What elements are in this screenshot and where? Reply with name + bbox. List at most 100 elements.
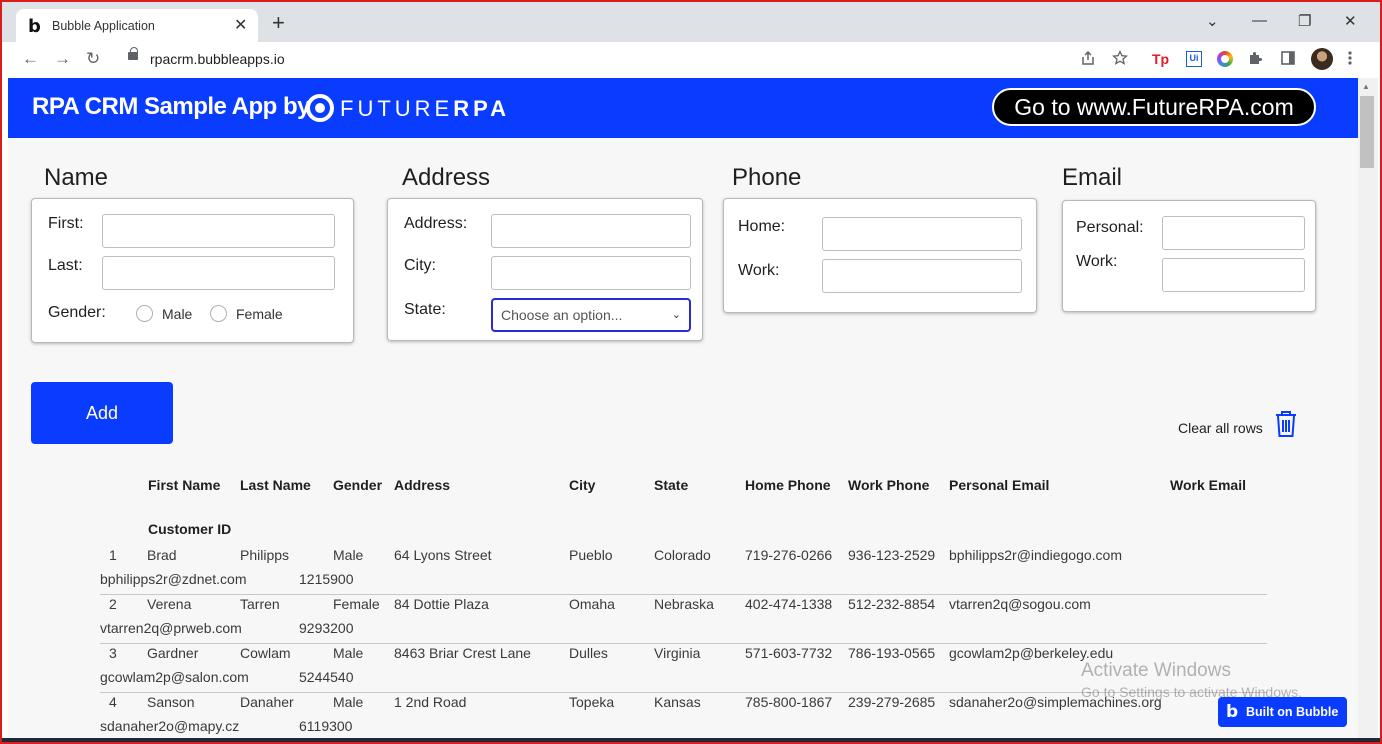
personal-email-label: Personal:	[1076, 219, 1144, 236]
header-customer-id: Customer ID	[148, 521, 232, 537]
cell-work-email: vtarren2q@prweb.com	[100, 620, 242, 636]
header-banner: RPA CRM Sample App by FUTURERPA Go to ww…	[8, 78, 1358, 138]
color-extension-icon[interactable]	[1217, 51, 1233, 67]
gender-male-radio[interactable]	[136, 305, 153, 322]
state-label: State:	[404, 301, 446, 318]
close-window-icon[interactable]: ✕	[1344, 12, 1357, 30]
header-home-phone: Home Phone	[745, 477, 831, 493]
cell-state: Kansas	[654, 694, 701, 710]
cell-work-phone: 786-193-0565	[848, 645, 936, 661]
browser-tab[interactable]: b Bubble Application ✕	[16, 9, 258, 44]
gender-female-radio[interactable]	[210, 305, 227, 322]
clear-all-rows-label[interactable]: Clear all rows	[1178, 420, 1263, 436]
cell-address: 84 Dottie Plaza	[394, 596, 489, 612]
cell-gender: Male	[333, 547, 364, 563]
address-bar[interactable]: rpacrm.bubbleapps.io	[150, 51, 285, 67]
address-section-title: Address	[402, 164, 491, 191]
reload-icon[interactable]: ↻	[86, 49, 100, 69]
cell-first-name: Gardner	[147, 645, 199, 661]
cell-work-email: gcowlam2p@salon.com	[100, 669, 249, 685]
header-work-email: Work Email	[1170, 477, 1246, 493]
header-work-phone: Work Phone	[848, 477, 930, 493]
cell-home-phone: 719-276-0266	[745, 547, 833, 563]
gender-female-label: Female	[236, 306, 283, 322]
tab-search-icon[interactable]: ⌄	[1206, 12, 1219, 30]
close-tab-icon[interactable]: ✕	[234, 15, 247, 35]
last-name-input[interactable]	[102, 256, 335, 290]
tab-title: Bubble Application	[52, 19, 155, 33]
windows-activation-title: Activate Windows	[1081, 660, 1231, 681]
bookmark-star-icon[interactable]	[1112, 50, 1128, 66]
add-button[interactable]: Add	[31, 382, 173, 444]
forward-icon[interactable]: →	[54, 49, 71, 69]
profile-avatar[interactable]	[1311, 48, 1333, 70]
bubble-badge-label: Built on Bubble	[1246, 705, 1339, 719]
uipath-extension-icon[interactable]: Ui	[1186, 51, 1202, 67]
cell-state: Nebraska	[654, 596, 714, 612]
cell-last-name: Tarren	[240, 596, 280, 612]
scrollbar-thumb[interactable]	[1360, 96, 1374, 168]
cell-personal-email: bphilipps2r@indiegogo.com	[949, 547, 1122, 563]
cell-address: 64 Lyons Street	[394, 547, 492, 563]
row-index: 1	[109, 547, 117, 563]
scroll-up-icon[interactable]: ▲	[1362, 82, 1370, 91]
email-card: Personal: Work:	[1062, 200, 1316, 312]
cell-customer-id: 1215900	[299, 571, 354, 587]
chevron-down-icon: ⌄	[671, 309, 681, 321]
minimize-icon[interactable]: —	[1252, 12, 1267, 29]
state-select[interactable]: Choose an option... ⌄	[491, 298, 691, 332]
work-phone-input[interactable]	[822, 259, 1022, 293]
share-icon[interactable]	[1080, 50, 1096, 66]
windows-taskbar	[2, 738, 1380, 744]
row-divider	[100, 594, 1267, 595]
header-state: State	[654, 477, 689, 493]
back-icon[interactable]: ←	[22, 49, 39, 69]
cell-last-name: Cowlam	[240, 645, 291, 661]
cell-last-name: Philipps	[240, 547, 290, 563]
cell-last-name: Danaher	[240, 694, 294, 710]
tp-extension-icon[interactable]: Tp	[1152, 51, 1169, 67]
cell-gender: Male	[333, 645, 364, 661]
cell-work-phone: 512-232-8854	[848, 596, 936, 612]
sidepanel-icon[interactable]	[1280, 50, 1296, 66]
work-email-input[interactable]	[1162, 258, 1305, 292]
personal-email-input[interactable]	[1162, 216, 1305, 250]
city-input[interactable]	[491, 256, 691, 290]
header-gender: Gender	[333, 477, 383, 493]
cell-first-name: Verena	[147, 596, 192, 612]
address-card: Address: City: State: Choose an option..…	[387, 198, 703, 341]
cell-address: 8463 Briar Crest Lane	[394, 645, 531, 661]
browser-tabstrip: b Bubble Application ✕ + ⌄ — ❐ ✕	[2, 2, 1380, 44]
name-card: First: Last: Gender: Male Female	[31, 198, 354, 343]
row-index: 2	[109, 596, 117, 612]
email-section-title: Email	[1062, 164, 1123, 191]
home-phone-input[interactable]	[822, 217, 1022, 251]
new-tab-icon[interactable]: +	[272, 12, 285, 34]
cell-personal-email: vtarren2q@sogou.com	[949, 596, 1091, 612]
trash-icon[interactable]	[1274, 410, 1298, 438]
built-on-bubble-badge[interactable]: b Built on Bubble	[1218, 697, 1347, 727]
gender-label: Gender:	[48, 304, 106, 321]
city-label: City:	[404, 257, 436, 274]
cell-work-email: sdanaher2o@mapy.cz	[100, 718, 240, 734]
header-last-name: Last Name	[240, 477, 311, 493]
first-name-input[interactable]	[102, 214, 335, 248]
cell-state: Virginia	[654, 645, 701, 661]
futurerpa-logo-text: FUTURERPA	[340, 96, 511, 121]
goto-futurerpa-button[interactable]: Go to www.FutureRPA.com	[992, 88, 1316, 126]
bubble-favicon-icon: b	[28, 16, 41, 37]
cell-home-phone: 571-603-7732	[745, 645, 833, 661]
last-name-label: Last:	[48, 257, 83, 274]
page-scrollbar[interactable]	[1358, 78, 1378, 738]
header-first-name: First Name	[148, 477, 221, 493]
restore-icon[interactable]: ❐	[1298, 12, 1311, 30]
cell-customer-id: 5244540	[299, 669, 354, 685]
address-input[interactable]	[491, 214, 691, 248]
work-email-label: Work:	[1076, 253, 1118, 270]
cell-city: Pueblo	[569, 547, 613, 563]
lock-icon[interactable]	[128, 47, 138, 60]
kebab-menu-icon[interactable]	[1346, 50, 1354, 66]
puzzle-icon[interactable]	[1248, 50, 1264, 66]
row-index: 4	[109, 694, 117, 710]
header-city: City	[569, 477, 596, 493]
